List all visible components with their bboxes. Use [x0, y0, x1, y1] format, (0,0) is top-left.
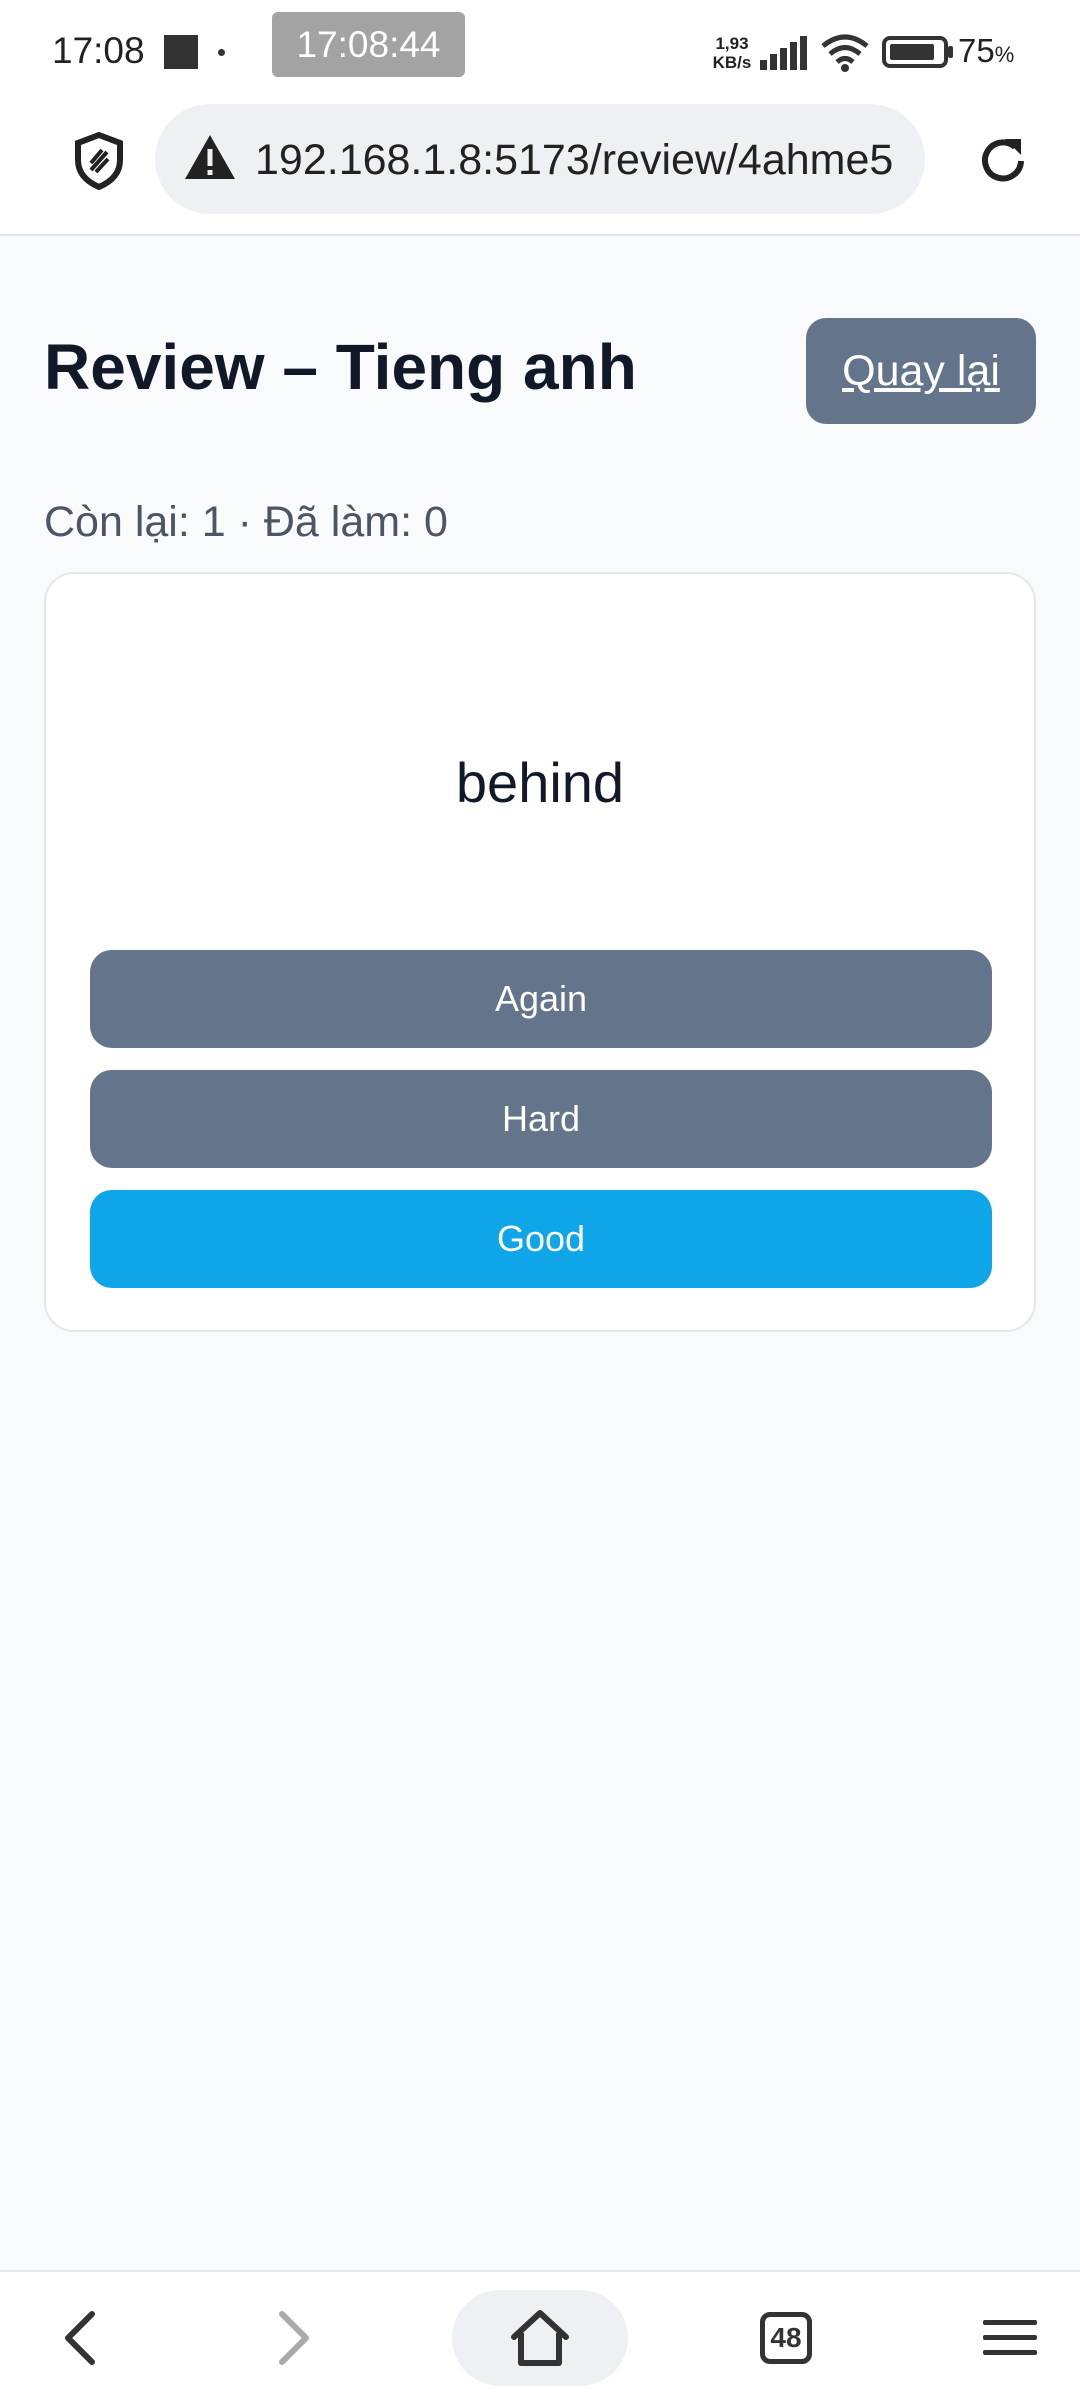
battery-percent-value: 75 [958, 32, 995, 69]
tab-count[interactable]: 48 [760, 2312, 812, 2364]
again-button[interactable]: Again [90, 950, 992, 1048]
shield-icon[interactable] [64, 126, 134, 196]
bottom-navigation: 48 [0, 2270, 1080, 2400]
flashcard: behind Again Hard Good [44, 572, 1036, 1332]
battery-percent-unit: % [994, 42, 1015, 67]
home-icon[interactable] [452, 2290, 628, 2386]
back-arrow-icon[interactable] [30, 2290, 130, 2386]
address-bar[interactable]: 192.168.1.8:5173/review/4ahme5 [155, 104, 925, 214]
page-title: Review – Tieng anh [44, 331, 637, 403]
status-bar: 17:08 17:08:44 1,93 KB/s 75% [0, 0, 1080, 100]
back-button[interactable]: Quay lại [806, 318, 1036, 424]
tabs-button[interactable]: 48 [736, 2290, 836, 2386]
wifi-icon [820, 32, 870, 77]
hard-button[interactable]: Hard [90, 1070, 992, 1168]
clock-overlay: 17:08:44 [272, 12, 465, 77]
url-text[interactable]: 192.168.1.8:5173/review/4ahme5 [255, 136, 915, 185]
good-button[interactable]: Good [90, 1190, 992, 1288]
network-speed: 1,93 KB/s [710, 34, 754, 72]
reload-icon[interactable] [966, 124, 1040, 198]
battery-percent: 75% [958, 32, 1014, 70]
notification-icon [164, 35, 198, 69]
progress-text: Còn lại: 1 · Đã làm: 0 [44, 498, 448, 546]
card-word: behind [455, 751, 625, 814]
status-time: 17:08 [52, 30, 145, 71]
menu-icon[interactable] [960, 2290, 1060, 2386]
browser-toolbar: 192.168.1.8:5173/review/4ahme5 [0, 100, 1080, 236]
warning-icon[interactable] [183, 133, 237, 186]
forward-arrow-icon[interactable] [244, 2290, 344, 2386]
network-speed-unit: KB/s [712, 53, 752, 72]
network-speed-value: 1,93 [715, 34, 749, 53]
battery-icon [882, 36, 954, 73]
notification-dot-icon [218, 49, 225, 56]
signal-icon [760, 36, 808, 75]
